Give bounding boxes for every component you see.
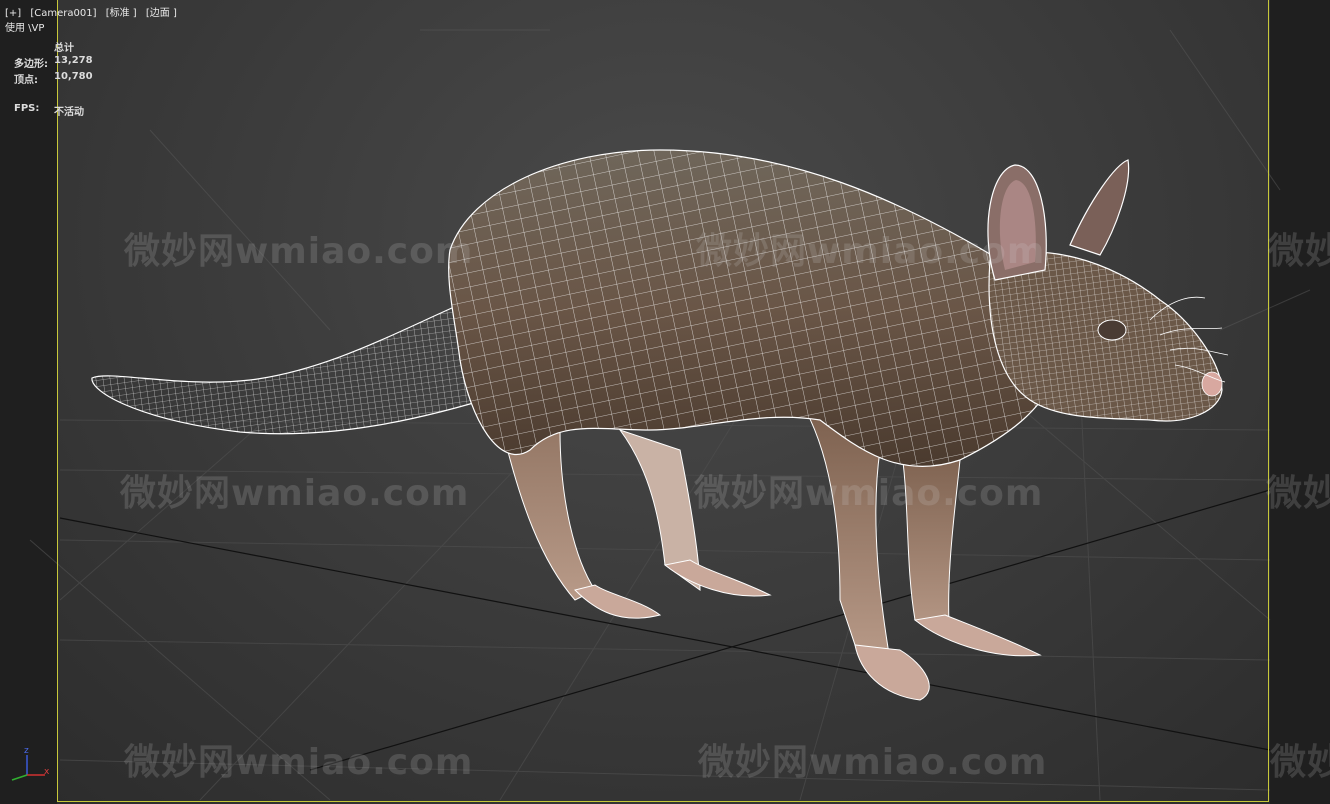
polygons-value: 13,278 — [54, 55, 93, 66]
watermark: 微妙网wmiao.com — [1270, 742, 1330, 783]
gizmo-x-label: x — [44, 767, 50, 777]
watermark: 微妙网wmiao.com — [124, 742, 474, 783]
viewport-menu-edged-faces[interactable]: [边面 ] — [146, 8, 177, 20]
watermark: 微妙网wmiao.com — [124, 231, 474, 272]
watermark: 微妙网wmiao.com — [698, 742, 1048, 783]
gizmo-z-label: z — [24, 746, 29, 756]
viewport-menu-camera[interactable]: [Camera001] — [30, 8, 96, 20]
watermark: 微妙网wmiao.com — [120, 473, 470, 514]
fps-value: 不活动 — [54, 107, 84, 118]
watermark: 微妙网wmiao.com — [1268, 231, 1330, 272]
viewport-menu-shading[interactable]: [标准 ] — [106, 8, 137, 20]
polygons-label: 多边形: — [14, 59, 48, 70]
stats-header: 总计 — [54, 43, 74, 54]
watermark: 微妙网wmiao.com — [1266, 473, 1330, 514]
viewport-label-menu: [+] [Camera001] [标准 ] [边面 ] — [5, 8, 183, 20]
axis-gizmo: z x — [11, 746, 50, 781]
watermark: 微妙网wmiao.com — [694, 473, 1044, 514]
safe-frame — [57, 0, 1269, 802]
viewport-sub-label: 使用 \VP — [5, 23, 45, 34]
vertices-value: 10,780 — [54, 71, 93, 82]
vertices-label: 顶点: — [14, 75, 38, 86]
watermark: 微妙网wmiao.com — [696, 231, 1046, 272]
fps-label: FPS: — [14, 103, 40, 114]
viewport-menu-general[interactable]: [+] — [5, 8, 21, 20]
